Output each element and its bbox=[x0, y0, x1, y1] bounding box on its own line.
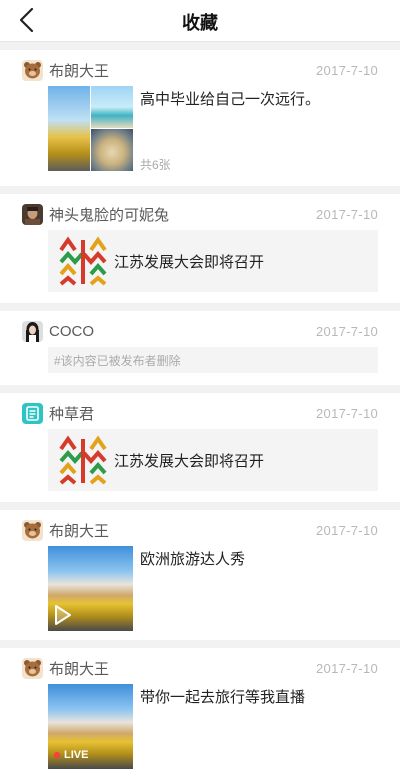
photo-thumbnail[interactable] bbox=[91, 86, 133, 128]
conference-logo-icon bbox=[59, 435, 107, 485]
timestamp: 2017-7-10 bbox=[316, 405, 378, 421]
post-text[interactable]: 带你一起去旅行等我直播 bbox=[140, 686, 305, 707]
timestamp: 2017-7-10 bbox=[316, 206, 378, 222]
deleted-notice: #该内容已被发布者删除 bbox=[48, 347, 378, 373]
shared-link[interactable]: 江苏发展大会即将召开 bbox=[48, 230, 378, 292]
post-text[interactable]: 高中毕业给自己一次远行。 bbox=[140, 88, 320, 109]
bear-avatar[interactable] bbox=[22, 519, 43, 541]
username[interactable]: 神头鬼脸的可妮兔 bbox=[49, 204, 316, 225]
username[interactable]: 布朗大王 bbox=[49, 658, 316, 679]
bear-avatar[interactable] bbox=[22, 657, 43, 679]
photo-count: 共6张 bbox=[140, 158, 171, 172]
timestamp: 2017-7-10 bbox=[316, 323, 378, 339]
shared-link[interactable]: 江苏发展大会即将召开 bbox=[48, 429, 378, 491]
page-title: 收藏 bbox=[182, 13, 218, 33]
photo-thumbnail[interactable] bbox=[48, 86, 90, 171]
list-item[interactable]: 布朗大王 2017-7-10 高中毕业给自己一次远行。 共6张 bbox=[0, 50, 400, 186]
live-dot-icon bbox=[54, 752, 60, 758]
list-item[interactable]: 神头鬼脸的可妮兔 2017-7-10 江苏发展大会即将召开 bbox=[0, 194, 400, 303]
live-label: LIVE bbox=[64, 749, 89, 761]
list-item[interactable]: 种草君 2017-7-10 江苏发展大会即将召开 bbox=[0, 393, 400, 502]
list-item[interactable]: COCO 2017-7-10 #该内容已被发布者删除 bbox=[0, 311, 400, 385]
username[interactable]: 布朗大王 bbox=[49, 60, 316, 81]
post-text[interactable]: 欧洲旅游达人秀 bbox=[140, 548, 245, 569]
girl-avatar[interactable] bbox=[22, 320, 43, 342]
list-item[interactable]: 布朗大王 2017-7-10 欧洲旅游达人秀 bbox=[0, 510, 400, 640]
note-avatar[interactable] bbox=[22, 402, 43, 424]
timestamp: 2017-7-10 bbox=[316, 660, 378, 676]
bear-avatar[interactable] bbox=[22, 59, 43, 81]
photo-grid[interactable] bbox=[48, 86, 133, 172]
timestamp: 2017-7-10 bbox=[316, 62, 378, 78]
link-title: 江苏发展大会即将召开 bbox=[114, 452, 265, 470]
username[interactable]: 种草君 bbox=[49, 403, 316, 424]
live-thumbnail[interactable]: LIVE bbox=[48, 684, 133, 769]
favorites-list: 布朗大王 2017-7-10 高中毕业给自己一次远行。 共6张 神头鬼脸的可妮兔… bbox=[0, 42, 400, 778]
conference-logo-icon bbox=[59, 236, 107, 286]
timestamp: 2017-7-10 bbox=[316, 522, 378, 538]
play-icon[interactable] bbox=[54, 604, 72, 626]
link-title: 江苏发展大会即将召开 bbox=[114, 253, 265, 271]
username[interactable]: 布朗大王 bbox=[49, 520, 316, 541]
photo-avatar[interactable] bbox=[22, 203, 43, 225]
list-item[interactable]: 布朗大王 2017-7-10 LIVE 带你一起去旅行等我直播 bbox=[0, 648, 400, 778]
video-thumbnail[interactable] bbox=[48, 546, 133, 631]
live-badge: LIVE bbox=[54, 749, 88, 761]
photo-thumbnail[interactable] bbox=[91, 129, 133, 171]
navigation-bar: 收藏 bbox=[0, 0, 400, 42]
username[interactable]: COCO bbox=[49, 323, 316, 340]
